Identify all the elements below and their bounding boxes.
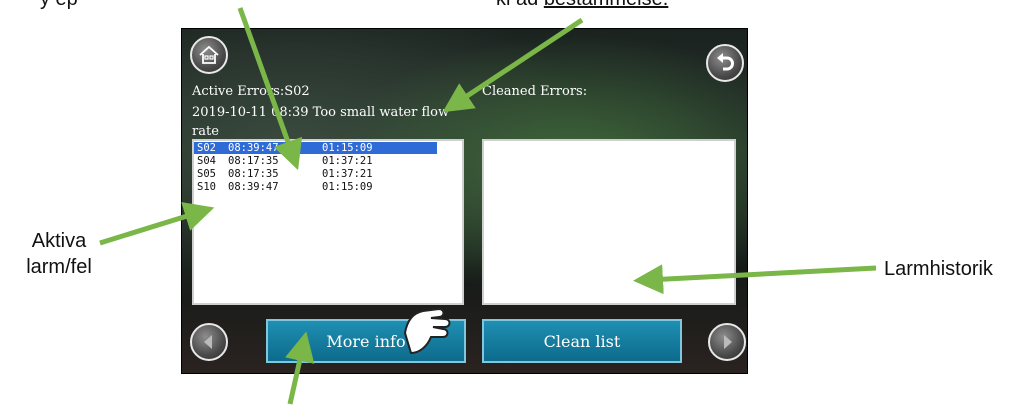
home-button[interactable] [190,36,228,74]
clean-list-button[interactable]: Clean list [482,319,682,363]
arrow-left-icon [204,335,212,349]
error-row[interactable]: S02 08:39:47 01:15:09 [194,142,437,154]
active-errors-list[interactable]: S02 08:39:47 01:15:09 S04 08:17:35 01:37… [192,139,464,305]
cleaned-errors-label: Cleaned Errors: [482,84,588,99]
next-page-button[interactable] [708,323,746,361]
hand-pointer-icon [403,307,451,355]
cleaned-errors-list[interactable] [482,139,736,305]
error-row[interactable]: S10 08:39:47 01:15:09 [194,181,462,193]
annotation-alarm-history: Larmhistorik [884,258,993,280]
annotation-top-left: y ep [40,0,78,12]
previous-page-button[interactable] [190,323,228,361]
active-errors-label: Active Errors:S02 [192,84,310,99]
error-row[interactable]: S04 08:17:35 01:37:21 [194,155,462,167]
back-button[interactable] [706,44,744,82]
error-row[interactable]: S05 08:17:35 01:37:21 [194,168,462,180]
device-screen: Active Errors:S02 2019-10-11 08:39 Too s… [181,28,748,374]
arrow-right-icon [724,335,732,349]
annotation-active-alarms: Aktiva larm/fel [26,230,92,278]
active-error-message: 2019-10-11 08:39 Too small water flow ra… [192,105,450,139]
undo-icon [717,53,734,71]
home-icon [199,45,219,64]
annotation-top-right: kl ad bestämmelse. [496,0,668,12]
